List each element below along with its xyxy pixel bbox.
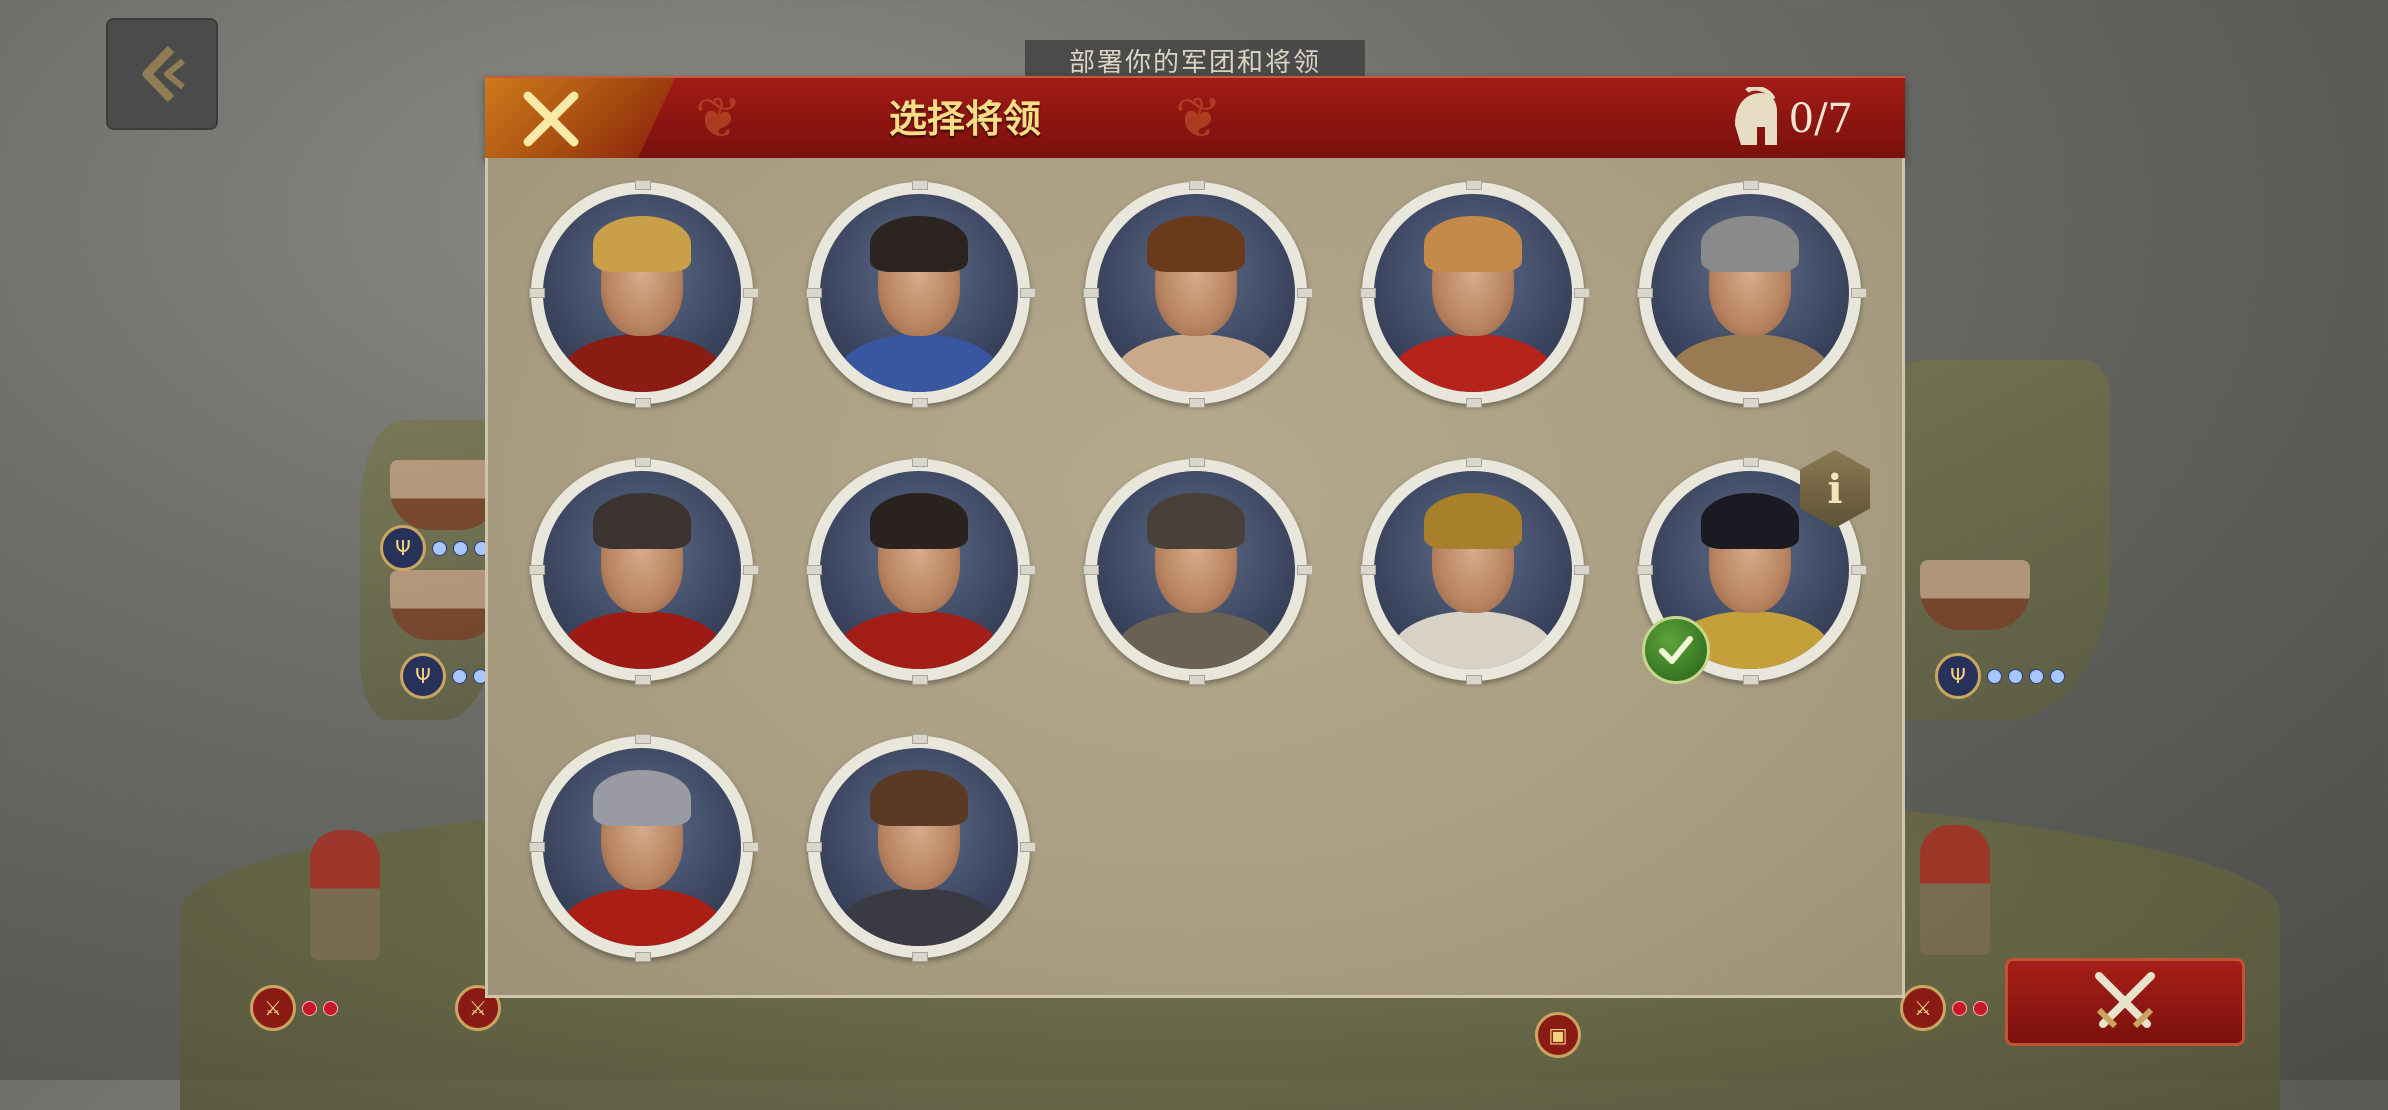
general-portrait-7[interactable] (806, 457, 1036, 685)
general-portrait-3[interactable] (1083, 180, 1313, 408)
dialog-title: 选择将领 (888, 96, 1041, 141)
general-image (820, 471, 1018, 669)
general-portrait-5[interactable] (1637, 180, 1867, 408)
general-counter-text: 0/7 (1788, 96, 1853, 142)
general-image (543, 748, 741, 946)
general-portrait-8[interactable] (1083, 457, 1313, 685)
fort-icon: ▣ (1535, 1012, 1581, 1058)
general-image (820, 748, 1018, 946)
legion-soldier (1920, 825, 1990, 955)
deploy-instruction-banner: 部署你的军团和将领 (1025, 40, 1365, 80)
general-portrait-2[interactable] (806, 180, 1036, 408)
ship-unit (1920, 560, 2030, 630)
chariot-icon: ⚔ (1900, 985, 1946, 1031)
general-portrait-9[interactable] (1360, 457, 1590, 685)
general-portrait-6[interactable] (529, 457, 759, 685)
start-battle-button[interactable] (2005, 958, 2245, 1046)
checkmark-icon (1659, 636, 1693, 664)
unit-marker[interactable]: ▣ (1535, 1012, 1581, 1058)
chariot-icon: ⚔ (250, 985, 296, 1031)
spartan-helmet-icon (1734, 87, 1777, 145)
unit-marker[interactable]: ⚔ (250, 985, 338, 1031)
legion-soldier (310, 830, 380, 960)
general-image (1097, 471, 1295, 669)
dialog-header: ❦ ❦ 选择将领 0/7 (485, 76, 1905, 160)
ship-unit (390, 570, 500, 640)
close-button[interactable] (485, 78, 675, 160)
trident-icon: Ψ (380, 525, 426, 571)
general-counter: 0/7 (1727, 78, 1853, 160)
general-portrait-12[interactable] (806, 734, 1036, 962)
general-portrait-1[interactable] (529, 180, 759, 408)
trident-icon: Ψ (1935, 653, 1981, 699)
crossed-swords-icon (2095, 972, 2155, 1029)
select-general-dialog: ❦ ❦ 选择将领 0/7 (485, 76, 1905, 998)
general-portrait-11[interactable] (529, 734, 759, 962)
unit-marker[interactable]: Ψ (1935, 653, 2065, 699)
general-image (1374, 471, 1572, 669)
general-image (543, 194, 741, 392)
back-button[interactable] (106, 18, 218, 130)
general-grid (485, 158, 1905, 998)
trident-icon: Ψ (400, 653, 446, 699)
close-x-icon (523, 91, 579, 147)
ship-unit (390, 460, 500, 530)
general-image (1374, 194, 1572, 392)
selected-check-icon (1642, 616, 1710, 684)
back-arrow-icon (142, 45, 185, 103)
general-portrait-4[interactable] (1360, 180, 1590, 408)
general-image (820, 194, 1018, 392)
unit-marker[interactable]: Ψ (400, 653, 488, 699)
general-image (1097, 194, 1295, 392)
general-image (543, 471, 741, 669)
general-image (1651, 194, 1849, 392)
unit-marker[interactable]: ⚔ (1900, 985, 1988, 1031)
